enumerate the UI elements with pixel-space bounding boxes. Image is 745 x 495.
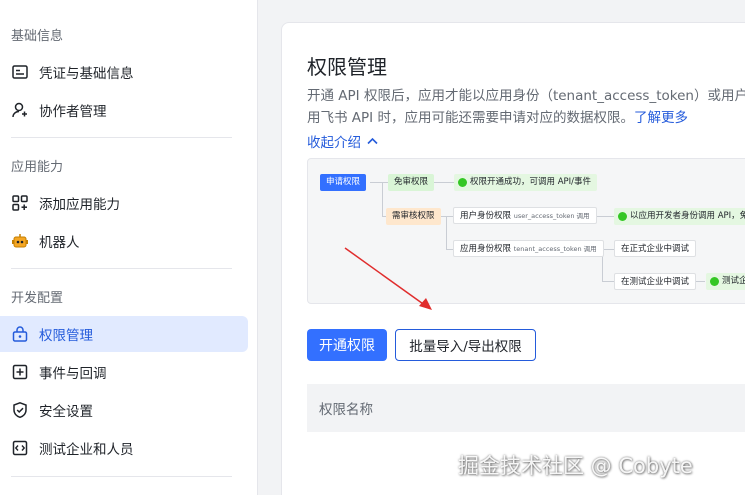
flow-no-review: 免审权限 bbox=[388, 174, 435, 191]
connector bbox=[446, 216, 447, 249]
flow-test-debug: 在测试企业中调试 bbox=[614, 273, 697, 290]
red-arrow-annotation bbox=[344, 247, 432, 310]
shield-icon bbox=[11, 401, 29, 419]
section-title-capabilities: 应用能力 bbox=[11, 160, 64, 175]
flow-user-identity: 用户身份权限 user_access_token 调用 bbox=[453, 207, 597, 224]
event-icon bbox=[11, 363, 29, 381]
chevron-up-icon bbox=[367, 137, 378, 145]
divider bbox=[11, 268, 232, 269]
sidebar-item-collaborators[interactable]: 协作者管理 bbox=[0, 92, 248, 128]
connector bbox=[432, 182, 454, 183]
flow-test-result: 测试企 bbox=[706, 273, 745, 290]
learn-more-link[interactable]: 了解更多 bbox=[634, 110, 688, 126]
flow-user-result: 以应用开发者身份调用 API，免 bbox=[614, 208, 745, 225]
flow-app-identity-label: 应用身份权限 bbox=[460, 244, 512, 254]
code-icon bbox=[11, 439, 29, 457]
flow-no-review-result: 权限开通成功，可调用 API/事件 bbox=[454, 174, 598, 191]
user-add-icon bbox=[11, 101, 29, 119]
sidebar-item-label: 事件与回调 bbox=[39, 366, 107, 382]
sidebar-item-credentials[interactable]: 凭证与基础信息 bbox=[0, 54, 248, 90]
flow-user-token: user_access_token 调用 bbox=[513, 212, 590, 220]
intro-line-1: 开通 API 权限后，应用才能以应用身份（tenant_access_token… bbox=[307, 88, 745, 104]
connector bbox=[602, 281, 614, 282]
sidebar-item-label: 协作者管理 bbox=[39, 104, 107, 120]
sidebar-item-label: 安全设置 bbox=[39, 404, 93, 420]
enable-permission-button[interactable]: 开通权限 bbox=[307, 329, 387, 361]
flow-app-identity: 应用身份权限 tenant_access_token 调用 bbox=[453, 240, 604, 257]
flow-user-identity-label: 用户身份权限 bbox=[460, 211, 512, 221]
section-title-dev-config: 开发配置 bbox=[11, 291, 64, 306]
flow-prod-debug: 在正式企业中调试 bbox=[614, 240, 697, 257]
sidebar-item-label: 权限管理 bbox=[39, 328, 93, 344]
collapse-intro-toggle[interactable]: 收起介绍 bbox=[307, 131, 378, 151]
flow-app-token: tenant_access_token 调用 bbox=[513, 245, 597, 253]
sidebar-item-events[interactable]: 事件与回调 bbox=[0, 354, 248, 390]
page-title: 权限管理 bbox=[307, 55, 387, 79]
divider bbox=[11, 476, 232, 477]
sidebar-item-label: 机器人 bbox=[39, 235, 80, 251]
collapse-label: 收起介绍 bbox=[307, 135, 361, 151]
intro-line-2: 用飞书 API 时，应用可能还需要申请对应的数据权限。了解更多 bbox=[307, 107, 745, 129]
lock-icon bbox=[11, 325, 29, 343]
sidebar-item-permissions[interactable]: 权限管理 bbox=[0, 316, 248, 352]
grid-add-icon bbox=[11, 194, 29, 212]
connector bbox=[382, 182, 383, 216]
connector bbox=[370, 182, 382, 183]
table-header-permission-name: 权限名称 bbox=[307, 384, 745, 432]
flow-need-review: 需审核权限 bbox=[386, 208, 441, 225]
robot-icon bbox=[11, 232, 29, 250]
connector bbox=[596, 216, 614, 217]
sidebar: 基础信息 凭证与基础信息 协作者管理 应用能力 添加应用能力 机器人 开发配置 … bbox=[0, 0, 258, 495]
flow-apply: 申请权限 bbox=[320, 174, 367, 191]
batch-import-export-button[interactable]: 批量导入/导出权限 bbox=[395, 329, 536, 361]
sidebar-item-test-tenants[interactable]: 测试企业和人员 bbox=[0, 430, 248, 466]
divider bbox=[11, 137, 232, 138]
sidebar-item-robot[interactable]: 机器人 bbox=[0, 223, 248, 259]
sidebar-item-label: 添加应用能力 bbox=[39, 197, 120, 213]
intro-description: 开通 API 权限后，应用才能以应用身份（tenant_access_token… bbox=[307, 85, 745, 129]
section-title-basic: 基础信息 bbox=[11, 29, 64, 44]
connector bbox=[602, 249, 614, 250]
watermark: 掘金技术社区 @ Cobyte bbox=[458, 454, 693, 478]
sidebar-item-add-capability[interactable]: 添加应用能力 bbox=[0, 185, 248, 221]
sidebar-item-security[interactable]: 安全设置 bbox=[0, 392, 248, 428]
sidebar-item-label: 凭证与基础信息 bbox=[39, 66, 134, 82]
sidebar-item-label: 测试企业和人员 bbox=[39, 442, 134, 458]
intro-line-2-text: 用飞书 API 时，应用可能还需要申请对应的数据权限。 bbox=[307, 110, 634, 126]
credential-icon bbox=[11, 63, 29, 81]
